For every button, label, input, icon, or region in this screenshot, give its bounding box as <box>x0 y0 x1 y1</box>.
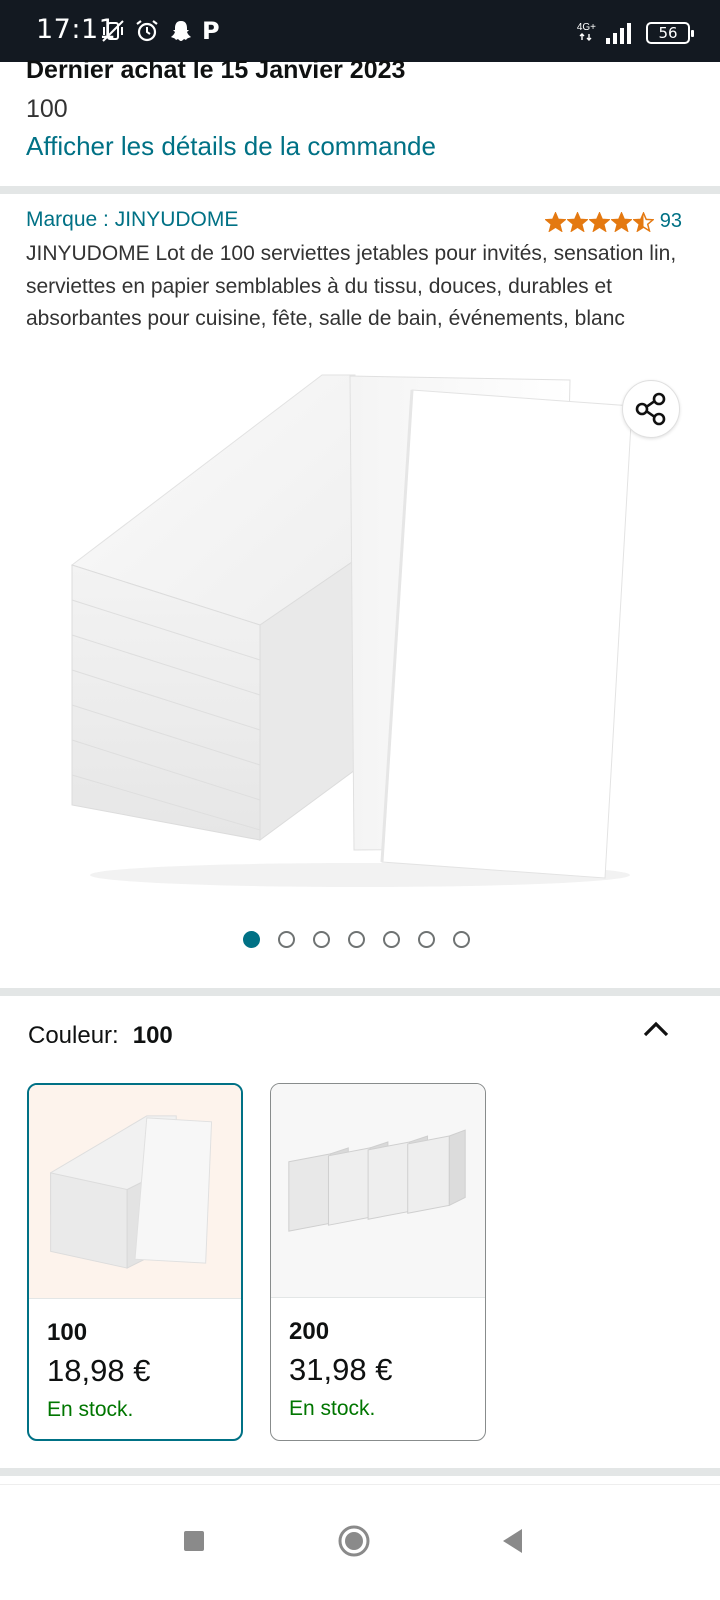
variant-name: 200 <box>289 1318 330 1345</box>
brand-link[interactable]: Marque : JINYUDOME <box>26 208 238 232</box>
product-image[interactable] <box>60 370 660 900</box>
variant-name: 100 <box>47 1319 88 1346</box>
variant-stock: En stock. <box>47 1398 134 1421</box>
carousel-dot[interactable] <box>313 931 330 948</box>
variant-option-200[interactable]: 200 31,98 € En stock. <box>270 1083 486 1441</box>
color-label: Couleur: <box>28 1022 119 1049</box>
data-arrows-icon <box>579 32 592 41</box>
order-details-link[interactable]: Afficher les détails de la commande <box>26 131 436 162</box>
rating-summary[interactable]: 93 <box>544 210 682 233</box>
system-indicators: 4G+ 56 <box>576 21 694 44</box>
status-bar: 17:11 P 4G+ 56 <box>0 0 720 62</box>
section-divider <box>0 1468 720 1476</box>
carousel-dot[interactable] <box>453 931 470 948</box>
variant-stock: En stock. <box>289 1397 376 1420</box>
recents-button[interactable] <box>174 1521 214 1561</box>
back-button[interactable] <box>494 1521 534 1561</box>
last-purchase-date: Dernier achat le 15 Janvier 2023 <box>26 56 406 84</box>
battery-icon: 56 <box>646 22 694 44</box>
variant-price: 18,98 € <box>47 1353 151 1388</box>
system-nav-bar <box>0 1484 720 1600</box>
variant-image <box>271 1084 485 1298</box>
star-icon <box>588 211 610 232</box>
star-icon <box>632 211 654 232</box>
section-divider <box>0 186 720 194</box>
image-carousel-dots <box>243 931 470 948</box>
star-icon <box>566 211 588 232</box>
status-letter: P <box>202 17 220 45</box>
rating-stars <box>544 211 654 232</box>
product-title: JINYUDOME Lot de 100 serviettes jetables… <box>26 242 677 330</box>
signal-icon <box>606 23 631 44</box>
snapchat-icon <box>171 21 191 41</box>
carousel-dot[interactable] <box>348 931 365 948</box>
home-button[interactable] <box>334 1521 374 1561</box>
color-selected-value: 100 <box>132 1022 173 1049</box>
carousel-dot[interactable] <box>383 931 400 948</box>
alarm-icon <box>136 20 158 42</box>
rating-count: 93 <box>659 210 682 232</box>
vibrate-off-icon <box>102 20 124 42</box>
notification-icons: P <box>100 18 220 44</box>
chevron-up-icon[interactable] <box>640 1016 672 1042</box>
carousel-dot[interactable] <box>278 931 295 948</box>
last-purchase-quantity: 100 <box>26 95 68 123</box>
variant-image <box>29 1085 241 1299</box>
star-icon <box>544 211 566 232</box>
carousel-dot[interactable] <box>243 931 260 948</box>
star-icon <box>610 211 632 232</box>
section-divider <box>0 988 720 996</box>
carousel-dot[interactable] <box>418 931 435 948</box>
color-selector-header: Couleur: 100 <box>28 1022 173 1050</box>
share-icon <box>635 392 666 426</box>
variant-price: 31,98 € <box>289 1352 393 1387</box>
variant-option-100[interactable]: 100 18,98 € En stock. <box>27 1083 243 1441</box>
share-button[interactable] <box>622 380 680 438</box>
network-indicator: 4G+ <box>576 21 596 44</box>
network-type: 4G+ <box>576 21 596 33</box>
